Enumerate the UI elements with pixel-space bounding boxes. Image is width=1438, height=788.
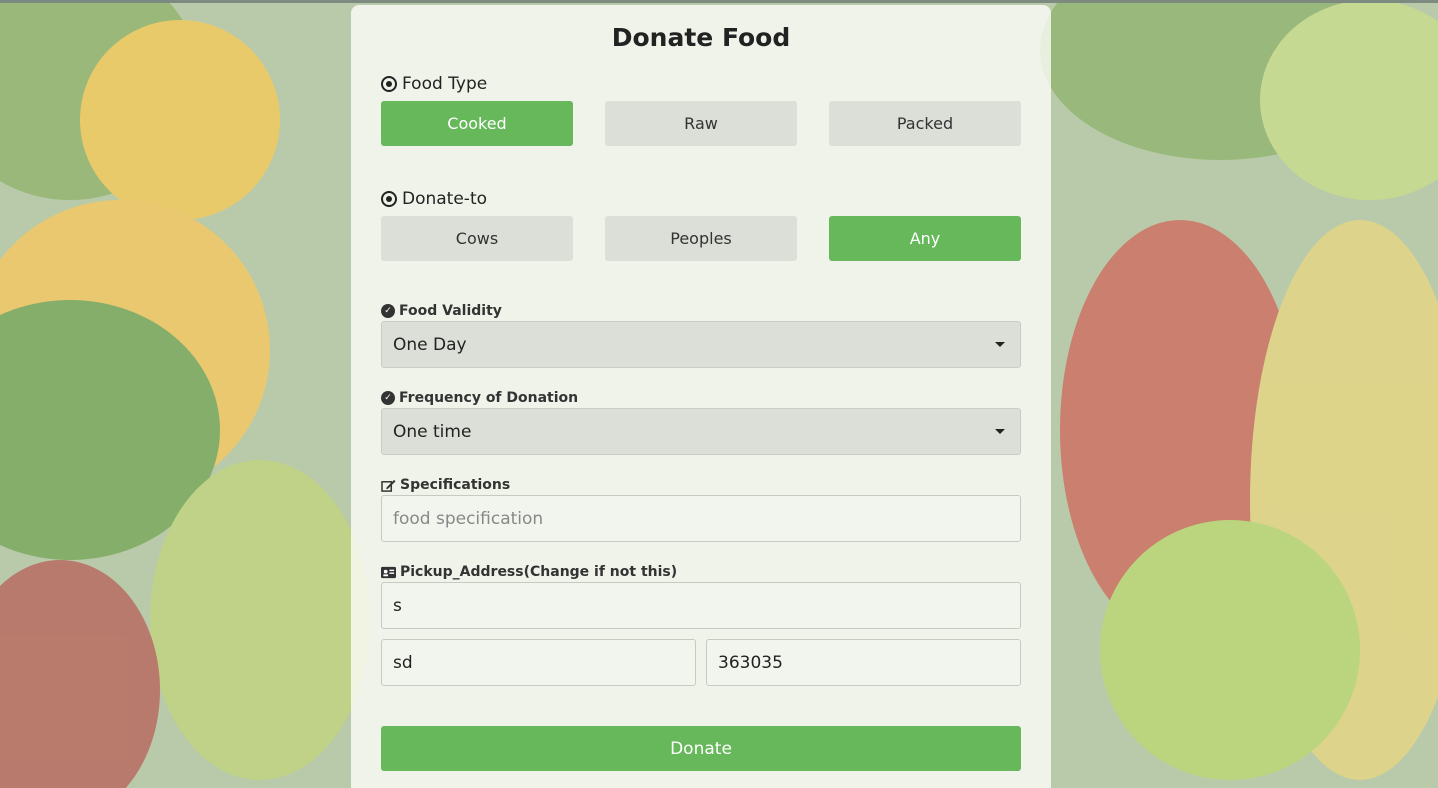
caret-down-icon xyxy=(995,429,1005,434)
donate-to-label: Donate-to xyxy=(381,189,487,209)
pickup-address-label-text: Pickup_Address(Change if not this) xyxy=(400,564,678,580)
city-input[interactable]: sd xyxy=(381,639,696,686)
food-type-label: Food Type xyxy=(381,74,487,94)
address-line-input[interactable]: s xyxy=(381,582,1021,629)
donate-to-cows-button[interactable]: Cows xyxy=(381,216,573,261)
donate-button[interactable]: Donate xyxy=(381,726,1021,771)
food-type-cooked-button[interactable]: Cooked xyxy=(381,101,573,146)
food-type-label-text: Food Type xyxy=(402,74,488,94)
check-circle-icon: ✓ xyxy=(381,391,395,405)
food-validity-label-text: Food Validity xyxy=(399,303,502,319)
pincode-value: 363035 xyxy=(718,652,783,673)
food-type-packed-button[interactable]: Packed xyxy=(829,101,1021,146)
frequency-select[interactable]: One time xyxy=(381,408,1021,455)
specifications-placeholder: food specification xyxy=(393,508,544,529)
frequency-value: One time xyxy=(393,421,472,442)
frequency-label: ✓ Frequency of Donation xyxy=(381,390,578,406)
food-validity-select[interactable]: One Day xyxy=(381,321,1021,368)
address-line-value: s xyxy=(393,595,402,616)
edit-icon xyxy=(381,479,396,492)
pincode-input[interactable]: 363035 xyxy=(706,639,1021,686)
radio-icon xyxy=(381,191,397,207)
donate-to-peoples-button[interactable]: Peoples xyxy=(605,216,797,261)
frequency-label-text: Frequency of Donation xyxy=(399,390,579,406)
pickup-address-label: Pickup_Address(Change if not this) xyxy=(381,564,677,580)
address-card-icon xyxy=(381,566,396,578)
city-value: sd xyxy=(393,652,413,673)
food-validity-label: ✓ Food Validity xyxy=(381,303,502,319)
food-type-raw-button[interactable]: Raw xyxy=(605,101,797,146)
radio-icon xyxy=(381,76,397,92)
donate-to-label-text: Donate-to xyxy=(402,189,488,209)
check-circle-icon: ✓ xyxy=(381,304,395,318)
specifications-label: Specifications xyxy=(381,477,510,493)
window-top-line xyxy=(0,0,1438,3)
donation-form-card: Donate Food Food Type Cooked Raw Packed … xyxy=(351,5,1051,788)
page-title: Donate Food xyxy=(611,23,791,52)
food-validity-value: One Day xyxy=(393,334,467,355)
specifications-input[interactable]: food specification xyxy=(381,495,1021,542)
caret-down-icon xyxy=(995,342,1005,347)
specifications-label-text: Specifications xyxy=(400,477,511,493)
donate-to-any-button[interactable]: Any xyxy=(829,216,1021,261)
